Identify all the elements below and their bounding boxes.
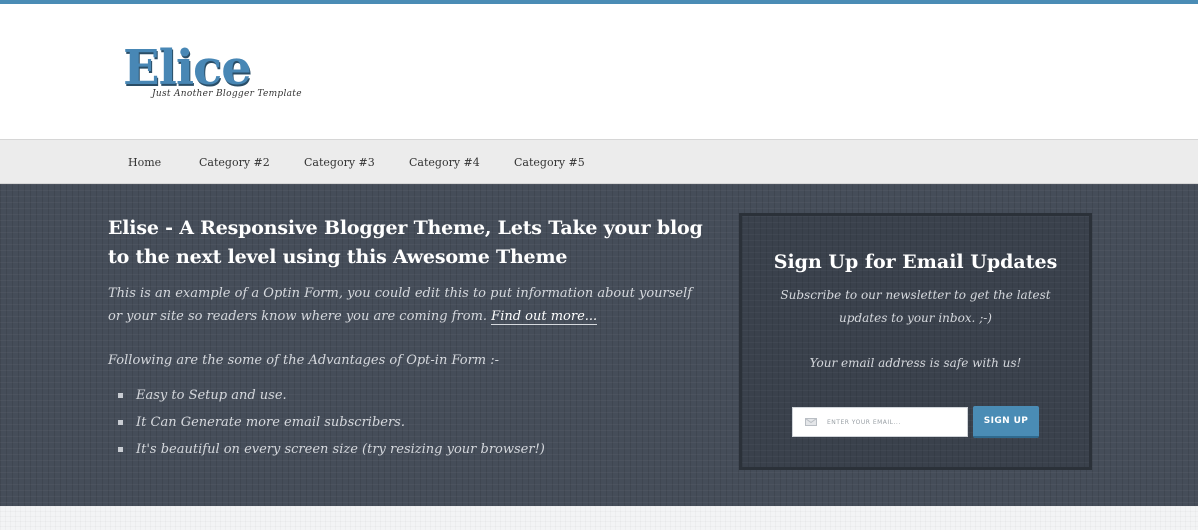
nav-item-category-5[interactable]: Category #5 xyxy=(514,140,585,185)
advantages-heading: Following are the some of the Advantages… xyxy=(108,353,500,368)
email-input[interactable] xyxy=(827,408,965,436)
optin-safe-note: Your email address is safe with us! xyxy=(809,356,1022,370)
hero-intro-text: This is an example of a Optin Form, you … xyxy=(108,286,693,324)
email-field[interactable] xyxy=(792,407,968,437)
advantage-text: It's beautiful on every screen size (try… xyxy=(136,442,545,457)
find-out-more-link[interactable]: Find out more... xyxy=(491,309,598,325)
square-bullet-icon xyxy=(118,420,123,425)
nav-item-category-2[interactable]: Category #2 xyxy=(199,140,270,185)
hero-intro: This is an example of a Optin Form, you … xyxy=(108,282,708,328)
sign-up-button[interactable]: SIGN UP xyxy=(973,406,1039,438)
site-tagline: Just Another Blogger Template xyxy=(152,89,302,99)
list-item: Easy to Setup and use. xyxy=(118,382,545,409)
nav-item-category-3[interactable]: Category #3 xyxy=(304,140,375,185)
list-item: It's beautiful on every screen size (try… xyxy=(118,436,545,463)
hero-title: Elise - A Responsive Blogger Theme, Lets… xyxy=(108,217,703,268)
optin-title: Sign Up for Email Updates xyxy=(773,251,1058,273)
list-item: It Can Generate more email subscribers. xyxy=(118,409,545,436)
site-header: Elice Just Another Blogger Template xyxy=(0,4,1198,139)
advantages-list: Easy to Setup and use. It Can Generate m… xyxy=(118,382,545,463)
nav-item-category-4[interactable]: Category #4 xyxy=(409,140,480,185)
square-bullet-icon xyxy=(118,393,123,398)
site-logo[interactable]: Elice xyxy=(123,40,252,96)
hero-section: Elise - A Responsive Blogger Theme, Lets… xyxy=(0,184,1198,506)
square-bullet-icon xyxy=(118,447,123,452)
optin-description: Subscribe to our newsletter to get the l… xyxy=(780,288,1051,325)
footer-strip xyxy=(0,506,1198,530)
optin-form-box: Sign Up for Email Updates Subscribe to o… xyxy=(739,213,1092,470)
main-nav: Home Category #2 Category #3 Category #4… xyxy=(0,139,1198,184)
advantage-text: It Can Generate more email subscribers. xyxy=(136,415,405,430)
advantage-text: Easy to Setup and use. xyxy=(136,388,287,403)
nav-item-home[interactable]: Home xyxy=(128,140,161,185)
envelope-icon xyxy=(805,418,817,426)
